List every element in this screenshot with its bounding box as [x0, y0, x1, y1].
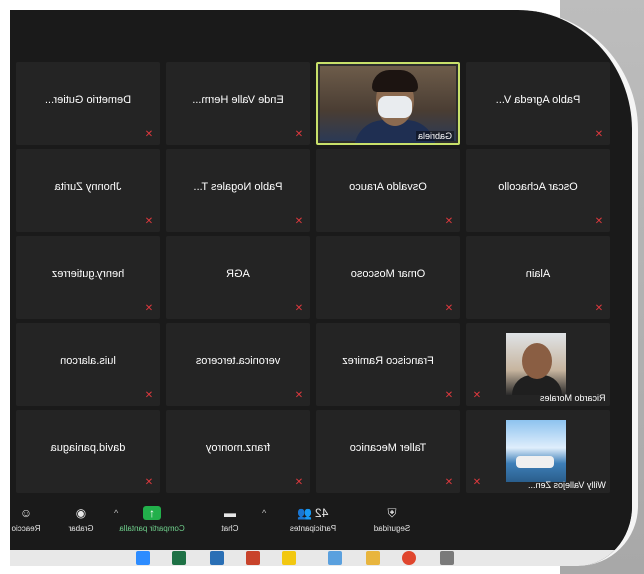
muted-mic-icon: ✕ [294, 477, 304, 488]
person-hair [372, 70, 418, 92]
participant-tile[interactable]: luis.alarcon ✕ [16, 323, 160, 406]
chrome-app-icon[interactable] [402, 551, 416, 565]
participant-name: Pablo Agreda V... [495, 94, 581, 106]
participant-tile[interactable]: Jhonny Zurita ✕ [16, 149, 160, 232]
participant-tile[interactable]: Francisco Ramirez ✕ [316, 323, 460, 406]
chat-button[interactable]: ▬ Chat [210, 506, 250, 533]
participant-tile[interactable]: Omar Moscoso ✕ [316, 236, 460, 319]
notes-app-icon[interactable] [282, 551, 296, 565]
muted-mic-icon: ✕ [144, 390, 154, 401]
muted-mic-icon: ✕ [444, 390, 454, 401]
participant-tile-video[interactable]: Gabriela [316, 62, 460, 145]
muted-mic-icon: ✕ [294, 216, 304, 227]
participant-tile[interactable]: Oscar Achacollo ✕ [466, 149, 610, 232]
participant-tile[interactable]: Taller Mecanico ✕ [316, 410, 460, 493]
profile-photo [506, 420, 566, 482]
folder-app-icon[interactable] [366, 551, 380, 565]
camera-feed [320, 66, 456, 143]
muted-mic-icon: ✕ [144, 129, 154, 140]
muted-mic-icon: ✕ [444, 303, 454, 314]
participant-name: Ende Valle Herm... [192, 94, 284, 106]
participant-tile[interactable]: henry.gutierrez ✕ [16, 236, 160, 319]
participant-name: Willy Vallejos Zen... [528, 480, 606, 490]
participant-name: luis.alarcon [60, 355, 116, 367]
muted-mic-icon: ✕ [444, 216, 454, 227]
store-app-icon[interactable] [328, 551, 342, 565]
os-taskbar [10, 550, 632, 566]
participant-name: Osvaldo Arauco [349, 181, 427, 193]
participants-button[interactable]: 👥 42 Participantes [278, 506, 348, 533]
muted-mic-icon: ✕ [294, 390, 304, 401]
participant-tile[interactable]: Pablo Agreda V... ✕ [466, 62, 610, 145]
participants-chevron-icon[interactable]: ^ [262, 508, 266, 518]
share-screen-icon: ↑ [143, 506, 161, 520]
meeting-toolbar: ⛨ Seguridad 👥 42 Participantes ^ ▬ Chat … [10, 500, 632, 550]
security-button[interactable]: ⛨ Seguridad [362, 506, 422, 533]
participant-name: Omar Moscoso [350, 268, 426, 280]
participant-tile[interactable]: veronica.terceros ✕ [166, 323, 310, 406]
participant-name: Jhonny Zurita [54, 181, 122, 193]
participant-tile[interactable]: Ricardo Morales ✕ [466, 323, 610, 406]
media-app-icon[interactable] [210, 551, 224, 565]
muted-mic-icon: ✕ [594, 216, 604, 227]
participant-name: Alain [525, 268, 551, 280]
powerpoint-app-icon[interactable] [246, 551, 260, 565]
record-button[interactable]: ◉ Grabar [64, 506, 98, 533]
participant-tile[interactable]: david.paniagua ✕ [16, 410, 160, 493]
smiley-icon: ☺ [19, 506, 33, 520]
participant-tile[interactable]: franz.monroy ✕ [166, 410, 310, 493]
muted-mic-icon: ✕ [594, 129, 604, 140]
participant-name: Francisco Ramirez [342, 355, 434, 367]
muted-mic-icon: ✕ [472, 390, 482, 401]
muted-mic-icon: ✕ [294, 129, 304, 140]
photo-face [522, 343, 552, 379]
participant-name: david.paniagua [50, 442, 126, 454]
muted-mic-icon: ✕ [294, 303, 304, 314]
participant-tile[interactable]: Pablo Nogales T... ✕ [166, 149, 310, 232]
muted-mic-icon: ✕ [444, 477, 454, 488]
participant-name: henry.gutierrez [51, 268, 125, 280]
security-label: Seguridad [373, 524, 411, 533]
participants-count: 42 [315, 506, 329, 520]
face-mask [378, 96, 412, 118]
muted-mic-icon: ✕ [594, 303, 604, 314]
participant-tile[interactable]: Osvaldo Arauco ✕ [316, 149, 460, 232]
task-view-icon[interactable] [440, 551, 454, 565]
zoom-window: Pablo Agreda V... ✕ Gabriela Ende Valle … [10, 10, 638, 566]
participant-name: Pablo Nogales T... [193, 181, 283, 193]
participant-name: franz.monroy [205, 442, 271, 454]
participant-name: Oscar Achacollo [498, 181, 578, 193]
participant-name: Taller Mecanico [349, 442, 427, 454]
muted-mic-icon: ✕ [472, 477, 482, 488]
share-chevron-icon[interactable]: ^ [114, 508, 118, 518]
profile-photo [506, 333, 566, 395]
reactions-button[interactable]: ☺ Reaccio [10, 506, 46, 533]
photo-vehicle [516, 456, 554, 468]
muted-mic-icon: ✕ [144, 303, 154, 314]
shield-icon: ⛨ [387, 506, 397, 520]
participant-tile[interactable]: AGR ✕ [166, 236, 310, 319]
chat-icon: ▬ [224, 506, 236, 520]
muted-mic-icon: ✕ [144, 216, 154, 227]
participant-tile[interactable]: Ende Valle Herm... ✕ [166, 62, 310, 145]
participant-name: AGR [226, 268, 250, 280]
participant-tile[interactable]: Alain ✕ [466, 236, 610, 319]
excel-app-icon[interactable] [172, 551, 186, 565]
participant-tile[interactable]: Willy Vallejos Zen... ✕ [466, 410, 610, 493]
record-icon: ◉ [75, 506, 87, 520]
share-label: Compartir pantalla [119, 524, 185, 533]
record-label: Grabar [68, 524, 94, 533]
muted-mic-icon: ✕ [144, 477, 154, 488]
zoom-app-icon[interactable] [136, 551, 150, 565]
participants-icon: 👥 42 [297, 506, 329, 520]
participant-name: Gabriela [415, 131, 454, 141]
reactions-label: Reaccio [11, 524, 41, 533]
participant-name: Demetrio Gutier... [44, 94, 132, 106]
participant-name: Ricardo Morales [540, 393, 606, 403]
participant-name: veronica.terceros [195, 355, 281, 367]
chat-label: Chat [221, 524, 239, 533]
participants-label: Participantes [289, 524, 337, 533]
share-screen-button[interactable]: ↑ Compartir pantalla [114, 506, 190, 533]
participant-tile[interactable]: Demetrio Gutier... ✕ [16, 62, 160, 145]
